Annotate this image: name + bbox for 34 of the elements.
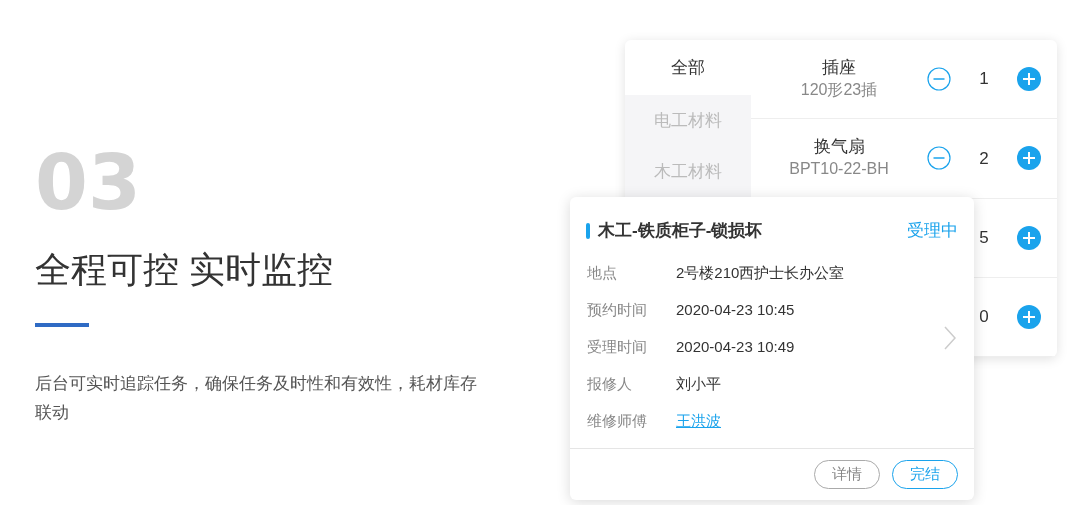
plus-icon[interactable] [1017,304,1041,329]
quantity: 2 [978,147,990,170]
plus-icon[interactable] [1017,67,1041,92]
quantity: 0 [978,306,990,329]
plus-icon[interactable] [1017,225,1041,250]
field-label: 地点 [587,263,618,284]
product-spec: 120形23插 [800,80,878,101]
minus-icon[interactable] [927,67,951,92]
field-label: 预约时间 [587,300,648,321]
section-description: 后台可实时追踪任务，确保任务及时性和有效性，耗材库存联动 [35,373,478,424]
field-label: 维修师傅 [587,411,648,432]
order-title: 木工-铁质柜子-锁损坏 [598,220,764,243]
category-tab[interactable]: 电工材料 [625,95,751,146]
minus-icon[interactable] [927,146,951,171]
field-value: 刘小平 [676,374,721,395]
technician-link[interactable]: 王洪波 [676,410,721,433]
field-label: 报修人 [587,374,633,395]
plus-icon[interactable] [1017,146,1041,171]
product-name: 插座 [822,57,856,80]
field-label: 受理时间 [587,337,648,358]
chevron-right-icon[interactable] [944,326,956,350]
quantity: 5 [978,226,990,249]
product-spec: BPT10-22-BH [789,159,889,180]
accent-bar [35,323,89,327]
field-value: 2020-04-23 10:45 [676,300,795,321]
quantity: 1 [978,68,990,91]
category-tab[interactable]: 全部 [625,40,751,95]
field-value: 2020-04-23 10:49 [676,337,795,358]
category-tab[interactable]: 木工材料 [625,146,751,197]
title-marker [586,223,590,239]
order-status: 受理中 [907,220,958,243]
field-value: 2号楼210西护士长办公室 [676,263,845,284]
section-title: 全程可控 实时监控 [35,248,334,292]
product-name: 换气扇 [813,136,865,159]
